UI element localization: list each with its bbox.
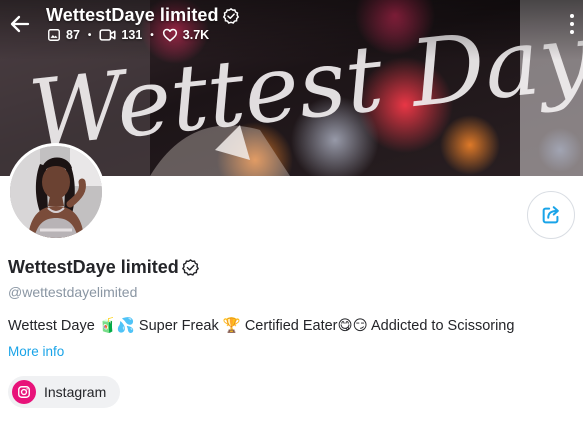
instagram-icon <box>12 380 36 404</box>
profile-name-row: WettestDaye limited <box>8 257 200 278</box>
likes-count: 3.7K <box>182 28 210 42</box>
verified-check-icon <box>222 7 239 24</box>
more-info-link[interactable]: More info <box>8 344 64 359</box>
stat-separator: • <box>87 29 92 41</box>
videos-stat: 131 <box>99 28 142 42</box>
avatar[interactable] <box>7 143 105 241</box>
image-icon <box>48 29 60 41</box>
vertical-dots-icon-dot <box>570 22 574 26</box>
header-title: WettestDaye limited <box>46 5 240 26</box>
more-options-button[interactable] <box>569 14 575 34</box>
videos-count: 131 <box>121 28 143 42</box>
likes-stat: 3.7K <box>162 28 209 42</box>
photos-stat: 87 <box>47 28 80 42</box>
display-name: WettestDaye limited <box>8 257 179 277</box>
avatar-image <box>10 146 102 238</box>
back-button[interactable] <box>8 12 32 36</box>
share-button[interactable] <box>527 191 575 239</box>
username-handle: @wettestdayelimited <box>8 284 138 300</box>
heart-icon <box>162 28 177 42</box>
arrow-left-icon <box>10 15 30 33</box>
share-icon <box>542 206 559 224</box>
video-camera-icon <box>99 29 116 41</box>
top-bar: WettestDaye limited 87 • 131 • 3.7K <box>0 0 583 50</box>
instagram-link[interactable]: Instagram <box>8 376 121 408</box>
photos-count: 87 <box>66 28 80 42</box>
vertical-dots-icon <box>570 14 574 18</box>
profile-stats: 87 • 131 • 3.7K <box>47 28 209 42</box>
header-title-text: WettestDaye limited <box>46 5 219 25</box>
profile-banner: Wettest Daye WettestDaye limited 87 • 13… <box>0 0 583 176</box>
vertical-dots-icon-dot <box>570 30 574 34</box>
stat-separator: • <box>150 29 154 41</box>
instagram-label: Instagram <box>44 384 107 400</box>
profile-bio: Wettest Daye 🧃💦 Super Freak 🏆 Certified … <box>8 318 515 334</box>
verified-check-icon <box>181 259 199 276</box>
